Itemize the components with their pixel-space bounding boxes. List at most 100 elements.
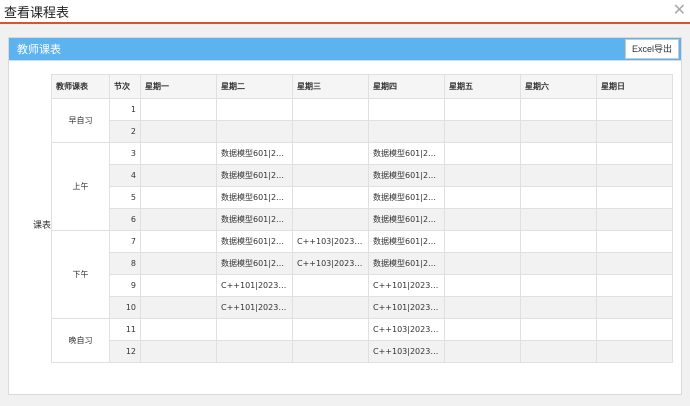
section-number: 6 [109, 208, 141, 231]
timetable-cell [140, 142, 217, 165]
timetable-cell [368, 98, 445, 121]
section-number: 1 [109, 98, 141, 121]
timetable-cell [444, 252, 521, 275]
table-row: 10 C++101|2023年… C++101|2023年… [52, 296, 673, 319]
timetable-cell [368, 120, 445, 143]
dialog-title: 查看课程表 [4, 6, 70, 21]
timetable-cell [216, 120, 293, 143]
table-row: 下午 7 数据模型601|2… C++103|2023年… 数据模型601|2… [51, 230, 673, 319]
table-row: 上午 3 数据模型601|2… 数据模型601|2… [51, 142, 673, 231]
section-number: 2 [109, 120, 141, 143]
timetable-cell [444, 296, 521, 319]
timetable-cell [520, 98, 597, 121]
timetable-cell: 数据模型601|2… [368, 208, 445, 231]
timetable-cell [596, 98, 673, 121]
timetable-cell [292, 164, 369, 187]
timetable-cell [520, 230, 597, 253]
timetable-cell: C++103|2023年… [368, 340, 445, 363]
excel-export-button[interactable]: Excel导出 [624, 39, 679, 59]
timetable-cell [216, 340, 293, 363]
timetable-cell: 数据模型601|2… [368, 252, 445, 275]
section-number: 8 [109, 252, 141, 275]
column-header: 星期日 [596, 74, 673, 99]
timetable-cell [140, 296, 217, 319]
column-header: 星期三 [292, 74, 369, 99]
timetable-cell [292, 186, 369, 209]
schedule-row-label: 课表 [33, 221, 52, 231]
timetable-cell [140, 340, 217, 363]
section-number: 9 [109, 274, 141, 297]
timetable-cell [444, 318, 521, 341]
timetable-cell [596, 340, 673, 363]
timetable-cell [520, 340, 597, 363]
timetable-cell: C++103|2023年… [292, 252, 369, 275]
timetable-cell [140, 208, 217, 231]
table-row: 4 数据模型601|2… 数据模型601|2… [52, 164, 673, 187]
dialog-content: 教师课表 Excel导出 课表 教师课表 节次 星期一 星期二 星期三 星期四 星期五 星期六… [0, 24, 690, 406]
section-number: 5 [109, 186, 141, 209]
timetable-cell: 数据模型601|2… [216, 186, 293, 209]
timetable-cell: 数据模型601|2… [216, 230, 293, 253]
timetable-cell [292, 296, 369, 319]
timetable-cell [444, 142, 521, 165]
timetable-cell [292, 208, 369, 231]
timetable-cell [520, 296, 597, 319]
period-label: 上午 [51, 142, 110, 231]
timetable-cell [444, 186, 521, 209]
timetable-cell [292, 340, 369, 363]
timetable-cell: C++103|2023年… [292, 230, 369, 253]
section-number: 10 [109, 296, 141, 319]
timetable-cell [140, 230, 217, 253]
timetable-cell [140, 252, 217, 275]
timetable-cell [140, 164, 217, 187]
period-label: 下午 [51, 230, 110, 319]
section-number: 11 [109, 318, 141, 341]
period-label: 晚自习 [51, 318, 110, 363]
column-header: 教师课表 [51, 74, 110, 99]
timetable: 教师课表 节次 星期一 星期二 星期三 星期四 星期五 星期六 星期日 早自习 1 2 上午 3 数据模型… [51, 74, 673, 363]
timetable-cell [520, 274, 597, 297]
timetable-cell [140, 186, 217, 209]
column-header: 星期四 [368, 74, 445, 99]
timetable-cell [520, 120, 597, 143]
timetable-cell: C++101|2023年… [216, 296, 293, 319]
timetable-cell: 数据模型601|2… [216, 142, 293, 165]
timetable-header-row: 教师课表 节次 星期一 星期二 星期三 星期四 星期五 星期六 星期日 [51, 74, 673, 99]
timetable-cell: 数据模型601|2… [216, 252, 293, 275]
column-header: 星期五 [444, 74, 521, 99]
timetable-cell [520, 208, 597, 231]
column-header: 节次 [109, 74, 141, 99]
timetable-cell [520, 252, 597, 275]
timetable-cell [520, 186, 597, 209]
timetable-cell [216, 318, 293, 341]
timetable-cell: C++101|2023年… [216, 274, 293, 297]
timetable-cell [444, 98, 521, 121]
timetable-cell [596, 318, 673, 341]
section-number: 7 [109, 230, 141, 253]
table-row: 晚自习 11 C++103|2023年… [51, 318, 673, 363]
timetable-cell: C++101|2023年… [368, 274, 445, 297]
timetable-cell [596, 186, 673, 209]
section-number: 4 [109, 164, 141, 187]
timetable-cell: 数据模型601|2… [216, 164, 293, 187]
table-row: 8 数据模型601|2… C++103|2023年… 数据模型601|2… [52, 252, 673, 275]
table-row: 6 数据模型601|2… 数据模型601|2… [52, 208, 673, 231]
column-header: 星期六 [520, 74, 597, 99]
timetable-cell: C++103|2023年… [368, 318, 445, 341]
panel-title: 教师课表 [17, 43, 61, 56]
timetable-cell [444, 164, 521, 187]
timetable-cell [596, 142, 673, 165]
timetable-cell [140, 120, 217, 143]
timetable-cell: C++101|2023年… [368, 296, 445, 319]
close-icon[interactable]: ✕ [673, 0, 686, 20]
timetable-cell [444, 230, 521, 253]
timetable-cell [596, 230, 673, 253]
timetable-cell [444, 208, 521, 231]
timetable-cell: 数据模型601|2… [368, 186, 445, 209]
timetable-cell: 数据模型601|2… [368, 142, 445, 165]
column-header: 星期一 [140, 74, 217, 99]
timetable-cell [520, 164, 597, 187]
timetable-cell [444, 274, 521, 297]
table-row: 12 C++103|2023年… [52, 340, 673, 363]
timetable-cell [292, 274, 369, 297]
